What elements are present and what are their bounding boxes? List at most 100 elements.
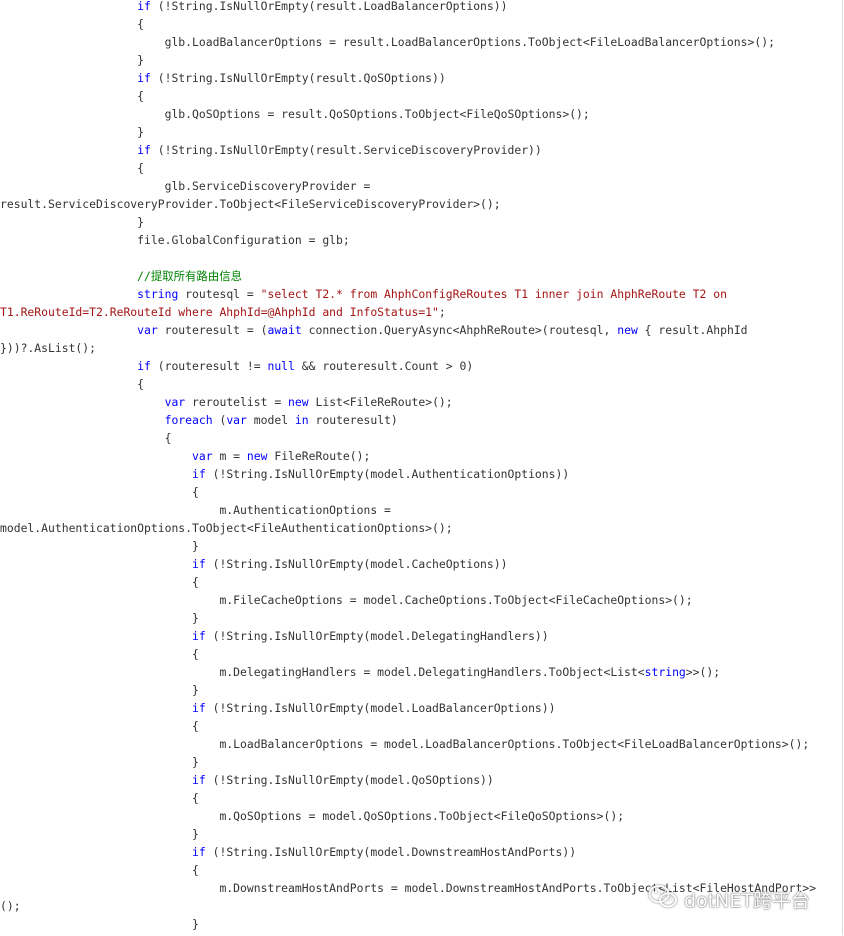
code-text: {	[0, 647, 199, 661]
code-keyword: string	[644, 665, 686, 679]
code-line: m.QoSOptions = model.QoSOptions.ToObject…	[0, 807, 842, 825]
code-text: m.QoSOptions = model.QoSOptions.ToObject…	[0, 809, 625, 823]
code-text: }	[0, 755, 199, 769]
code-keyword: null	[267, 359, 295, 373]
code-keyword: if	[192, 773, 206, 787]
code-keyword: new	[617, 323, 638, 337]
code-line: {	[0, 573, 842, 591]
code-line: }	[0, 609, 842, 627]
code-text: connection.QueryAsync<AhphReRoute>(route…	[301, 323, 618, 337]
code-line: {	[0, 87, 842, 105]
code-keyword: new	[246, 449, 268, 463]
code-keyword: if	[192, 557, 206, 571]
code-text: (!String.IsNullOrEmpty(result.ServiceDis…	[150, 143, 542, 157]
code-text: }	[0, 539, 199, 553]
code-line: glb.LoadBalancerOptions = result.LoadBal…	[0, 33, 842, 51]
code-keyword: if	[192, 629, 206, 643]
code-text: }	[0, 827, 199, 841]
code-line: }	[0, 681, 842, 699]
code-line: }	[0, 825, 842, 843]
code-text: (!String.IsNullOrEmpty(model.LoadBalance…	[205, 701, 556, 715]
code-line: T1.ReRouteId=T2.ReRouteId where AhphId=@…	[0, 303, 842, 321]
code-keyword: string	[137, 287, 179, 301]
code-keyword: new	[288, 395, 309, 409]
code-text: ();	[0, 899, 21, 913]
code-line: if (!String.IsNullOrEmpty(result.Service…	[0, 141, 842, 159]
code-block: if (!String.IsNullOrEmpty(result.LoadBal…	[0, 0, 842, 936]
code-text: (!String.IsNullOrEmpty(result.LoadBalanc…	[150, 0, 508, 13]
code-line: {	[0, 375, 842, 393]
code-line: foreach (var model in routeresult)	[0, 411, 842, 429]
code-line: if (!String.IsNullOrEmpty(model.LoadBala…	[0, 699, 842, 717]
code-line: m.LoadBalancerOptions = model.LoadBalanc…	[0, 735, 842, 753]
code-line: }	[0, 51, 842, 69]
code-text: (routeresult !=	[150, 359, 268, 373]
code-text: }))?.AsList();	[0, 341, 97, 355]
code-text: }	[0, 215, 145, 229]
code-text: }	[0, 53, 145, 67]
code-text: file.GlobalConfiguration = glb;	[0, 233, 350, 247]
code-line: }	[0, 753, 842, 771]
code-line: }	[0, 915, 842, 933]
code-text: routeresult)	[308, 413, 398, 427]
code-text: routesql =	[178, 287, 261, 301]
code-text: glb.QoSOptions = result.QoSOptions.ToObj…	[0, 107, 590, 121]
code-line: m.FileCacheOptions = model.CacheOptions.…	[0, 591, 842, 609]
code-text: {	[0, 719, 199, 733]
code-text: (!String.IsNullOrEmpty(model.DownstreamH…	[205, 845, 577, 859]
code-line: if (!String.IsNullOrEmpty(model.CacheOpt…	[0, 555, 842, 573]
code-text: }	[0, 611, 199, 625]
code-line: {	[0, 861, 842, 879]
code-keyword: if	[192, 701, 206, 715]
code-line: {	[0, 15, 842, 33]
code-keyword: await	[267, 323, 302, 337]
code-text: { result.AhphId	[637, 323, 748, 337]
code-keyword: foreach	[164, 413, 213, 427]
watermark-text: dotNET跨平台	[684, 889, 810, 912]
code-line: {	[0, 717, 842, 735]
code-text: reroutelist =	[185, 395, 289, 409]
watermark: dotNET跨平台	[648, 881, 810, 917]
code-text: {	[0, 575, 199, 589]
code-keyword: if	[137, 143, 151, 157]
code-line: {	[0, 789, 842, 807]
code-string: "select T2.* from AhphConfigReRoutes T1 …	[260, 287, 727, 301]
code-line: string routesql = "select T2.* from Ahph…	[0, 285, 842, 303]
code-line: var m = new FileReRoute();	[0, 447, 842, 465]
code-line: var reroutelist = new List<FileReRoute>(…	[0, 393, 842, 411]
code-text: glb.ServiceDiscoveryProvider =	[0, 179, 371, 193]
code-text: {	[0, 431, 172, 445]
code-line: }))?.AsList();	[0, 339, 842, 357]
code-line: }	[0, 213, 842, 231]
code-text: }	[0, 917, 199, 931]
code-keyword: var	[226, 413, 247, 427]
code-line: glb.QoSOptions = result.QoSOptions.ToObj…	[0, 105, 842, 123]
code-keyword: in	[294, 413, 309, 427]
code-line: //提取所有路由信息	[0, 267, 842, 285]
code-comment: //提取所有路由信息	[137, 269, 242, 283]
code-line: {	[0, 645, 842, 663]
code-text: {	[0, 791, 199, 805]
code-line: if (!String.IsNullOrEmpty(model.Delegati…	[0, 627, 842, 645]
code-text: }	[0, 683, 199, 697]
code-text: }	[0, 125, 145, 139]
code-keyword: var	[137, 323, 158, 337]
code-keyword: if	[137, 359, 151, 373]
code-text: && routeresult.Count > 0)	[294, 359, 474, 373]
code-text: (!String.IsNullOrEmpty(model.DelegatingH…	[205, 629, 549, 643]
code-text: {	[0, 161, 145, 175]
code-text: {	[0, 89, 145, 103]
code-text: (!String.IsNullOrEmpty(model.CacheOption…	[205, 557, 508, 571]
